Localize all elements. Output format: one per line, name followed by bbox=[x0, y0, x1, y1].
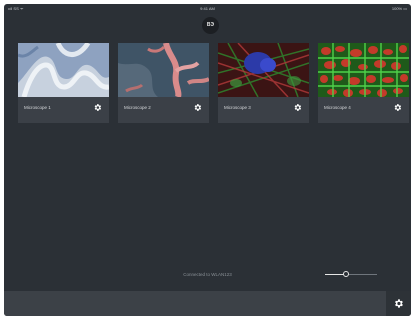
microscope-label-2: Microscope 2 bbox=[124, 105, 151, 110]
microscope-preview-1[interactable] bbox=[18, 43, 109, 97]
gear-icon[interactable] bbox=[193, 103, 202, 112]
microscope-card-2[interactable]: Microscope 2 bbox=[118, 43, 209, 123]
gear-icon[interactable] bbox=[93, 103, 102, 112]
gear-icon[interactable] bbox=[393, 103, 402, 112]
microscope-card-4[interactable]: Microscope 4 bbox=[318, 43, 409, 123]
microscope-card-3[interactable]: Microscope 3 bbox=[218, 43, 309, 123]
battery-indicator: 100% ▭ bbox=[391, 6, 407, 11]
app-screen: •ıll SS ᯤ 9:41 AM 100% ▭ ВЭ Microscope 1 bbox=[4, 4, 411, 316]
settings-button[interactable] bbox=[386, 291, 411, 316]
status-time: 9:41 AM bbox=[200, 6, 215, 11]
brand-logo: ВЭ bbox=[202, 17, 219, 34]
microscope-card-1[interactable]: Microscope 1 bbox=[18, 43, 109, 123]
gear-icon bbox=[395, 299, 403, 308]
status-bar: •ıll SS ᯤ 9:41 AM 100% ▭ bbox=[4, 4, 411, 13]
bottom-toolbar bbox=[4, 291, 411, 316]
microscope-preview-4[interactable] bbox=[318, 43, 409, 97]
zoom-slider[interactable] bbox=[325, 270, 377, 278]
microscope-label-4: Microscope 4 bbox=[324, 105, 351, 110]
microscope-label-1: Microscope 1 bbox=[24, 105, 51, 110]
slider-thumb[interactable] bbox=[342, 270, 349, 277]
gear-icon[interactable] bbox=[293, 103, 302, 112]
microscope-label-3: Microscope 3 bbox=[224, 105, 251, 110]
microscope-preview-3[interactable] bbox=[218, 43, 309, 97]
microscope-preview-2[interactable] bbox=[118, 43, 209, 97]
